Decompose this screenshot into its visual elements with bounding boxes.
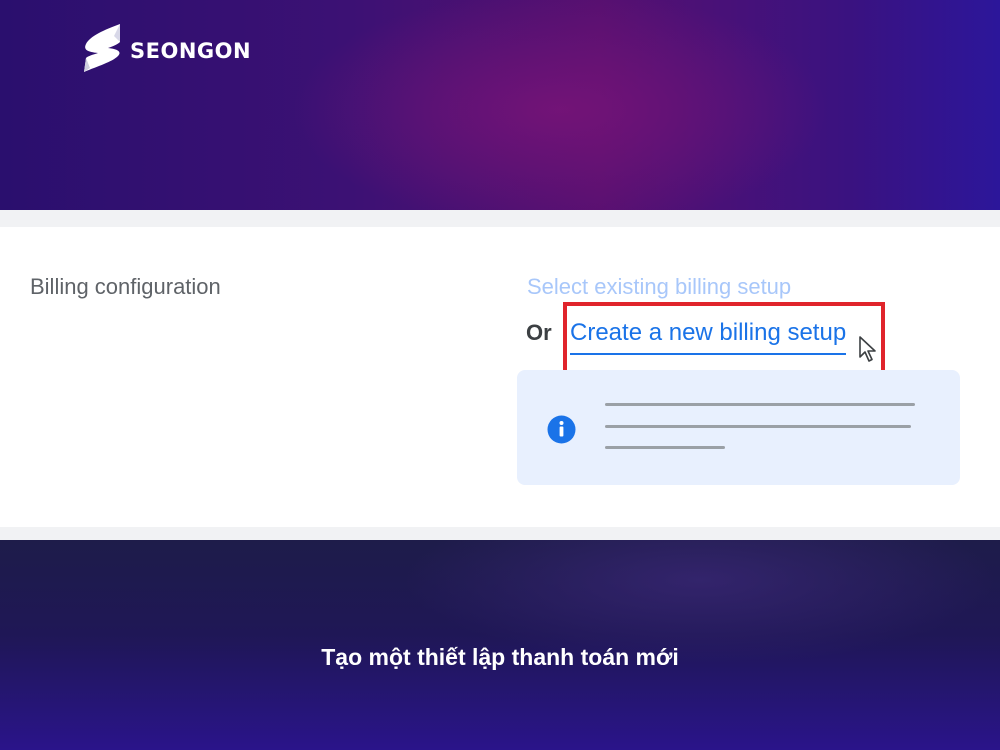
billing-card: Billing configuration Select existing bi… (0, 227, 1000, 527)
mouse-cursor-icon (859, 336, 876, 362)
info-notice (517, 370, 960, 485)
screenshot-panel: Billing configuration Select existing bi… (0, 210, 1000, 540)
select-existing-billing-link[interactable]: Select existing billing setup (527, 274, 791, 300)
or-label: Or (526, 320, 552, 345)
seongon-logo-icon (84, 24, 120, 72)
info-icon (547, 415, 576, 444)
billing-configuration-label: Billing configuration (30, 274, 221, 299)
info-placeholder-line (605, 446, 725, 449)
caption-text: Tạo một thiết lập thanh toán mới (321, 644, 679, 670)
info-placeholder-line (605, 425, 911, 428)
info-placeholder-line (605, 403, 915, 406)
brand-logo: SEONGON (80, 22, 251, 80)
brand-name: SEONGON (130, 39, 252, 63)
